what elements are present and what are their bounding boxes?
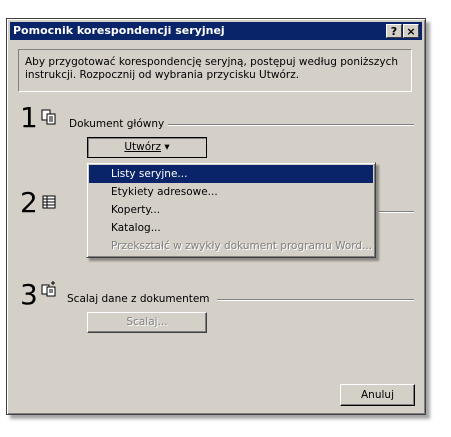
step-2-number: 2	[20, 186, 38, 219]
menu-item-restore-normal[interactable]: Przekształć w zwykły dokument programu W…	[89, 237, 373, 255]
merge-button[interactable]: Scalaj...	[87, 312, 207, 333]
step-1-separator	[162, 124, 414, 126]
create-button-label: Utwórz	[124, 141, 162, 153]
title-bar: Pomocnik korespondencji seryjnej ? ×	[10, 22, 422, 40]
menu-item-mailing-labels[interactable]: Etykiety adresowe...	[89, 183, 373, 201]
merge-icon	[41, 281, 56, 297]
help-button[interactable]: ?	[386, 24, 402, 38]
cancel-button-label: Anuluj	[361, 389, 394, 401]
window-title: Pomocnik korespondencji seryjnej	[13, 24, 225, 37]
create-button[interactable]: Utwórz ▾	[87, 137, 207, 158]
step-1-label: Dokument główny	[69, 118, 169, 130]
chevron-down-icon: ▾	[164, 141, 170, 153]
step-3-number: 3	[20, 278, 38, 311]
step-1-number: 1	[20, 101, 38, 134]
data-source-icon	[42, 195, 56, 209]
menu-item-form-letters[interactable]: Listy seryjne...	[89, 165, 373, 183]
menu-item-catalog[interactable]: Katalog...	[89, 219, 373, 237]
menu-item-envelopes[interactable]: Koperty...	[89, 201, 373, 219]
step-3-label: Scalaj dane z dokumentem	[67, 293, 214, 305]
close-button[interactable]: ×	[403, 24, 419, 38]
merge-button-label: Scalaj...	[126, 316, 168, 328]
create-dropdown-menu: Listy seryjne... Etykiety adresowe... Ko…	[86, 162, 376, 258]
document-icon	[41, 109, 56, 125]
step-3-separator	[217, 299, 414, 301]
step-2-separator	[379, 211, 414, 213]
intro-text: Aby przygotować korespondencję seryjną, …	[25, 56, 399, 81]
cancel-button[interactable]: Anuluj	[340, 384, 415, 406]
intro-panel: Aby przygotować korespondencję seryjną, …	[18, 49, 412, 92]
